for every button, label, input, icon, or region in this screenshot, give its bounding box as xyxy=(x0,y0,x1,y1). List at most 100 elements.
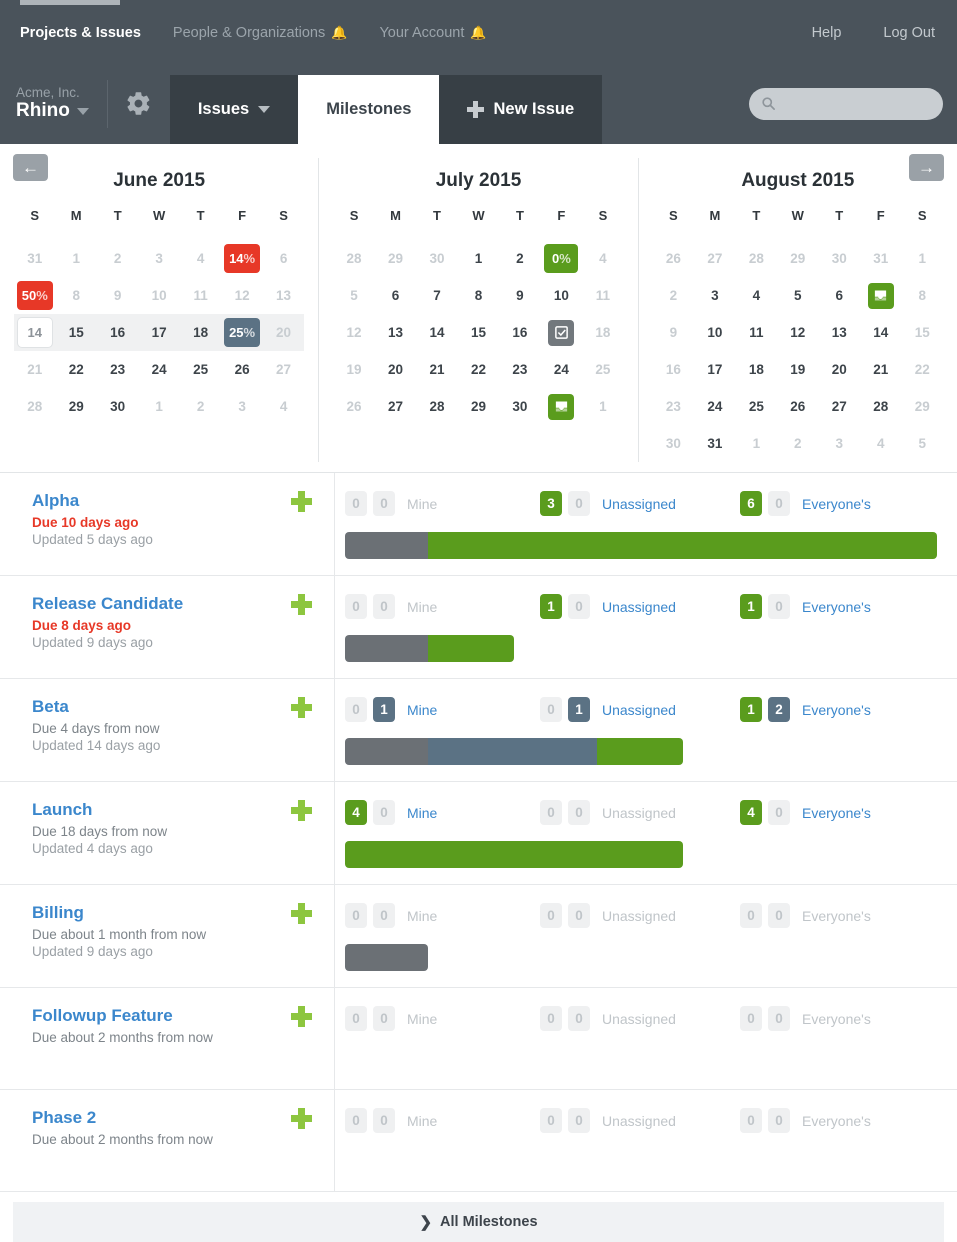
calendar-day-cell[interactable] xyxy=(860,277,901,314)
calendar-day-cell[interactable] xyxy=(541,388,582,425)
calendar-day-cell[interactable]: 14% xyxy=(221,240,262,277)
closed-count-badge[interactable]: 2 xyxy=(768,697,790,722)
top-nav-item-people-organizations[interactable]: People & Organizations 🔔 xyxy=(173,25,348,41)
calendar-day-cell: 19 xyxy=(790,362,806,377)
count-label-unassigned: Unassigned xyxy=(602,1112,676,1129)
milestone-due-date: Due 18 days from now xyxy=(32,824,168,839)
calendar-milestone-percent-badge[interactable]: 50% xyxy=(16,281,53,310)
add-issue-to-milestone-button[interactable] xyxy=(291,903,312,924)
calendar-day-cell: 26 xyxy=(665,251,681,266)
closed-count-badge[interactable]: 1 xyxy=(568,697,590,722)
calendar-milestone-inbox-icon[interactable] xyxy=(548,393,575,420)
milestone-name-link[interactable]: Billing xyxy=(32,903,334,923)
top-nav-item-projects-issues[interactable]: Projects & Issues xyxy=(20,25,141,41)
chevron-down-icon xyxy=(76,107,89,115)
calendar-day-cell: 20 xyxy=(388,362,404,377)
calendar-day-cell: 26 xyxy=(346,399,362,414)
open-count-badge[interactable]: 4 xyxy=(345,800,367,825)
weekday-header: S xyxy=(349,208,359,223)
calendar-completed-milestone-icon[interactable] xyxy=(548,319,575,346)
milestone-name-link[interactable]: Release Candidate xyxy=(32,594,334,614)
calendar-day-cell: 3 xyxy=(155,251,163,266)
calendar-day-cell: 12 xyxy=(346,325,362,340)
milestone-counts-and-progress: 0 0 Mine 0 0 Unassigned 0 0 Everyone's xyxy=(335,1090,957,1191)
milestone-name-link[interactable]: Alpha xyxy=(32,491,334,511)
calendar-milestone-percent-badge[interactable]: 25% xyxy=(224,318,261,347)
count-group-mine: 0 0 Mine xyxy=(345,903,540,928)
calendar-month-title: June 2015 xyxy=(113,170,206,191)
milestone-progress-bar xyxy=(345,738,937,765)
calendar-milestone-inbox-icon[interactable] xyxy=(867,282,894,309)
count-label-mine[interactable]: Mine xyxy=(407,805,437,821)
add-issue-to-milestone-button[interactable] xyxy=(291,697,312,718)
calendar-day-cell: 4 xyxy=(196,251,205,266)
calendar-day-cell[interactable] xyxy=(541,314,582,351)
calendar-day-cell: 2 xyxy=(794,436,802,451)
calendar-day-cell: 4 xyxy=(599,251,607,266)
milestone-counts-and-progress: 0 0 Mine 0 0 Unassigned 0 0 Everyone's xyxy=(335,988,957,1089)
calendar-day-cell: 5 xyxy=(918,436,926,451)
calendar-week-row: 21 22 23 24 25 26 27 xyxy=(14,351,304,388)
calendar-day-cell: 13 xyxy=(276,288,292,303)
project-name-dropdown[interactable]: Rhino xyxy=(16,100,89,122)
count-group-unassigned: 0 0 Unassigned xyxy=(540,1108,740,1133)
count-label-everyone[interactable]: Everyone's xyxy=(802,599,871,615)
count-label-unassigned[interactable]: Unassigned xyxy=(602,599,676,615)
all-milestones-button[interactable]: ❯ All Milestones xyxy=(13,1202,944,1242)
open-count-badge[interactable]: 1 xyxy=(740,697,762,722)
add-issue-to-milestone-button[interactable] xyxy=(291,800,312,821)
milestone-name-link[interactable]: Beta xyxy=(32,697,334,717)
milestone-name-link[interactable]: Followup Feature xyxy=(32,1006,334,1026)
calendar-day-cell[interactable]: 50% xyxy=(14,277,55,314)
add-issue-to-milestone-button[interactable] xyxy=(291,594,312,615)
tab-milestones[interactable]: Milestones xyxy=(298,75,440,144)
top-nav-help-link[interactable]: Help xyxy=(812,25,842,41)
tab-new-issue[interactable]: New Issue xyxy=(439,75,603,144)
calendar-week-row: 19 20 21 22 23 24 25 xyxy=(333,351,623,388)
count-label-unassigned[interactable]: Unassigned xyxy=(602,702,676,718)
calendar-milestone-percent-badge[interactable]: 14% xyxy=(224,244,261,273)
calendar-milestone-percent-badge[interactable]: 0% xyxy=(544,244,579,273)
top-nav-log-out-link[interactable]: Log Out xyxy=(883,25,935,41)
search-input[interactable] xyxy=(749,87,943,120)
calendar-day-cell: 11 xyxy=(595,288,611,303)
add-issue-to-milestone-button[interactable] xyxy=(291,1006,312,1027)
count-label-mine[interactable]: Mine xyxy=(407,702,437,718)
weekday-header: W xyxy=(791,208,804,223)
count-group-mine: 4 0 Mine xyxy=(345,800,540,825)
calendar-day-cell[interactable]: 25% xyxy=(221,314,263,351)
calendar-day-cell[interactable]: 0% xyxy=(541,240,582,277)
count-label-everyone[interactable]: Everyone's xyxy=(802,805,871,821)
tab-issues[interactable]: Issues xyxy=(169,75,299,144)
milestone-counts-and-progress: 0 1 Mine 0 1 Unassigned 1 2 Everyone's xyxy=(335,679,957,781)
count-label-unassigned[interactable]: Unassigned xyxy=(602,496,676,512)
calendar-week-row: 9 10 11 12 13 14 15 xyxy=(653,314,943,351)
open-count-badge[interactable]: 3 xyxy=(540,491,562,516)
open-count-badge[interactable]: 6 xyxy=(740,491,762,516)
count-label-everyone[interactable]: Everyone's xyxy=(802,702,871,718)
milestone-row: Alpha Due 10 days ago Updated 5 days ago 0 0… xyxy=(0,473,957,576)
milestone-info: Release Candidate Due 8 days ago Updated 9… xyxy=(0,576,335,678)
milestone-name-link[interactable]: Launch xyxy=(32,800,334,820)
open-count-badge[interactable]: 4 xyxy=(740,800,762,825)
weekday-header: T xyxy=(752,208,761,223)
count-label-everyone: Everyone's xyxy=(802,907,871,924)
project-names[interactable]: Acme, Inc. Rhino xyxy=(16,85,107,122)
add-issue-to-milestone-button[interactable] xyxy=(291,1108,312,1129)
top-nav-item-your-account[interactable]: Your Account 🔔 xyxy=(379,25,486,41)
milestone-updated-date: Updated 9 days ago xyxy=(32,944,153,959)
closed-count-badge: 0 xyxy=(373,800,395,825)
calendar-week-row: 26 27 28 29 30 1 xyxy=(333,388,623,425)
add-issue-to-milestone-button[interactable] xyxy=(291,491,312,512)
count-label-everyone[interactable]: Everyone's xyxy=(802,496,871,512)
count-label-mine: Mine xyxy=(407,1010,438,1027)
open-count-badge[interactable]: 1 xyxy=(540,594,562,619)
open-count-badge: 0 xyxy=(345,1108,367,1133)
calendar-day-cell: 16 xyxy=(512,325,528,340)
project-selector-block: Acme, Inc. Rhino xyxy=(0,63,170,144)
open-count-badge[interactable]: 1 xyxy=(740,594,762,619)
closed-count-badge[interactable]: 1 xyxy=(373,697,395,722)
project-settings-button[interactable] xyxy=(108,63,170,144)
milestone-name-link[interactable]: Phase 2 xyxy=(32,1108,334,1128)
count-label-mine: Mine xyxy=(407,907,438,924)
